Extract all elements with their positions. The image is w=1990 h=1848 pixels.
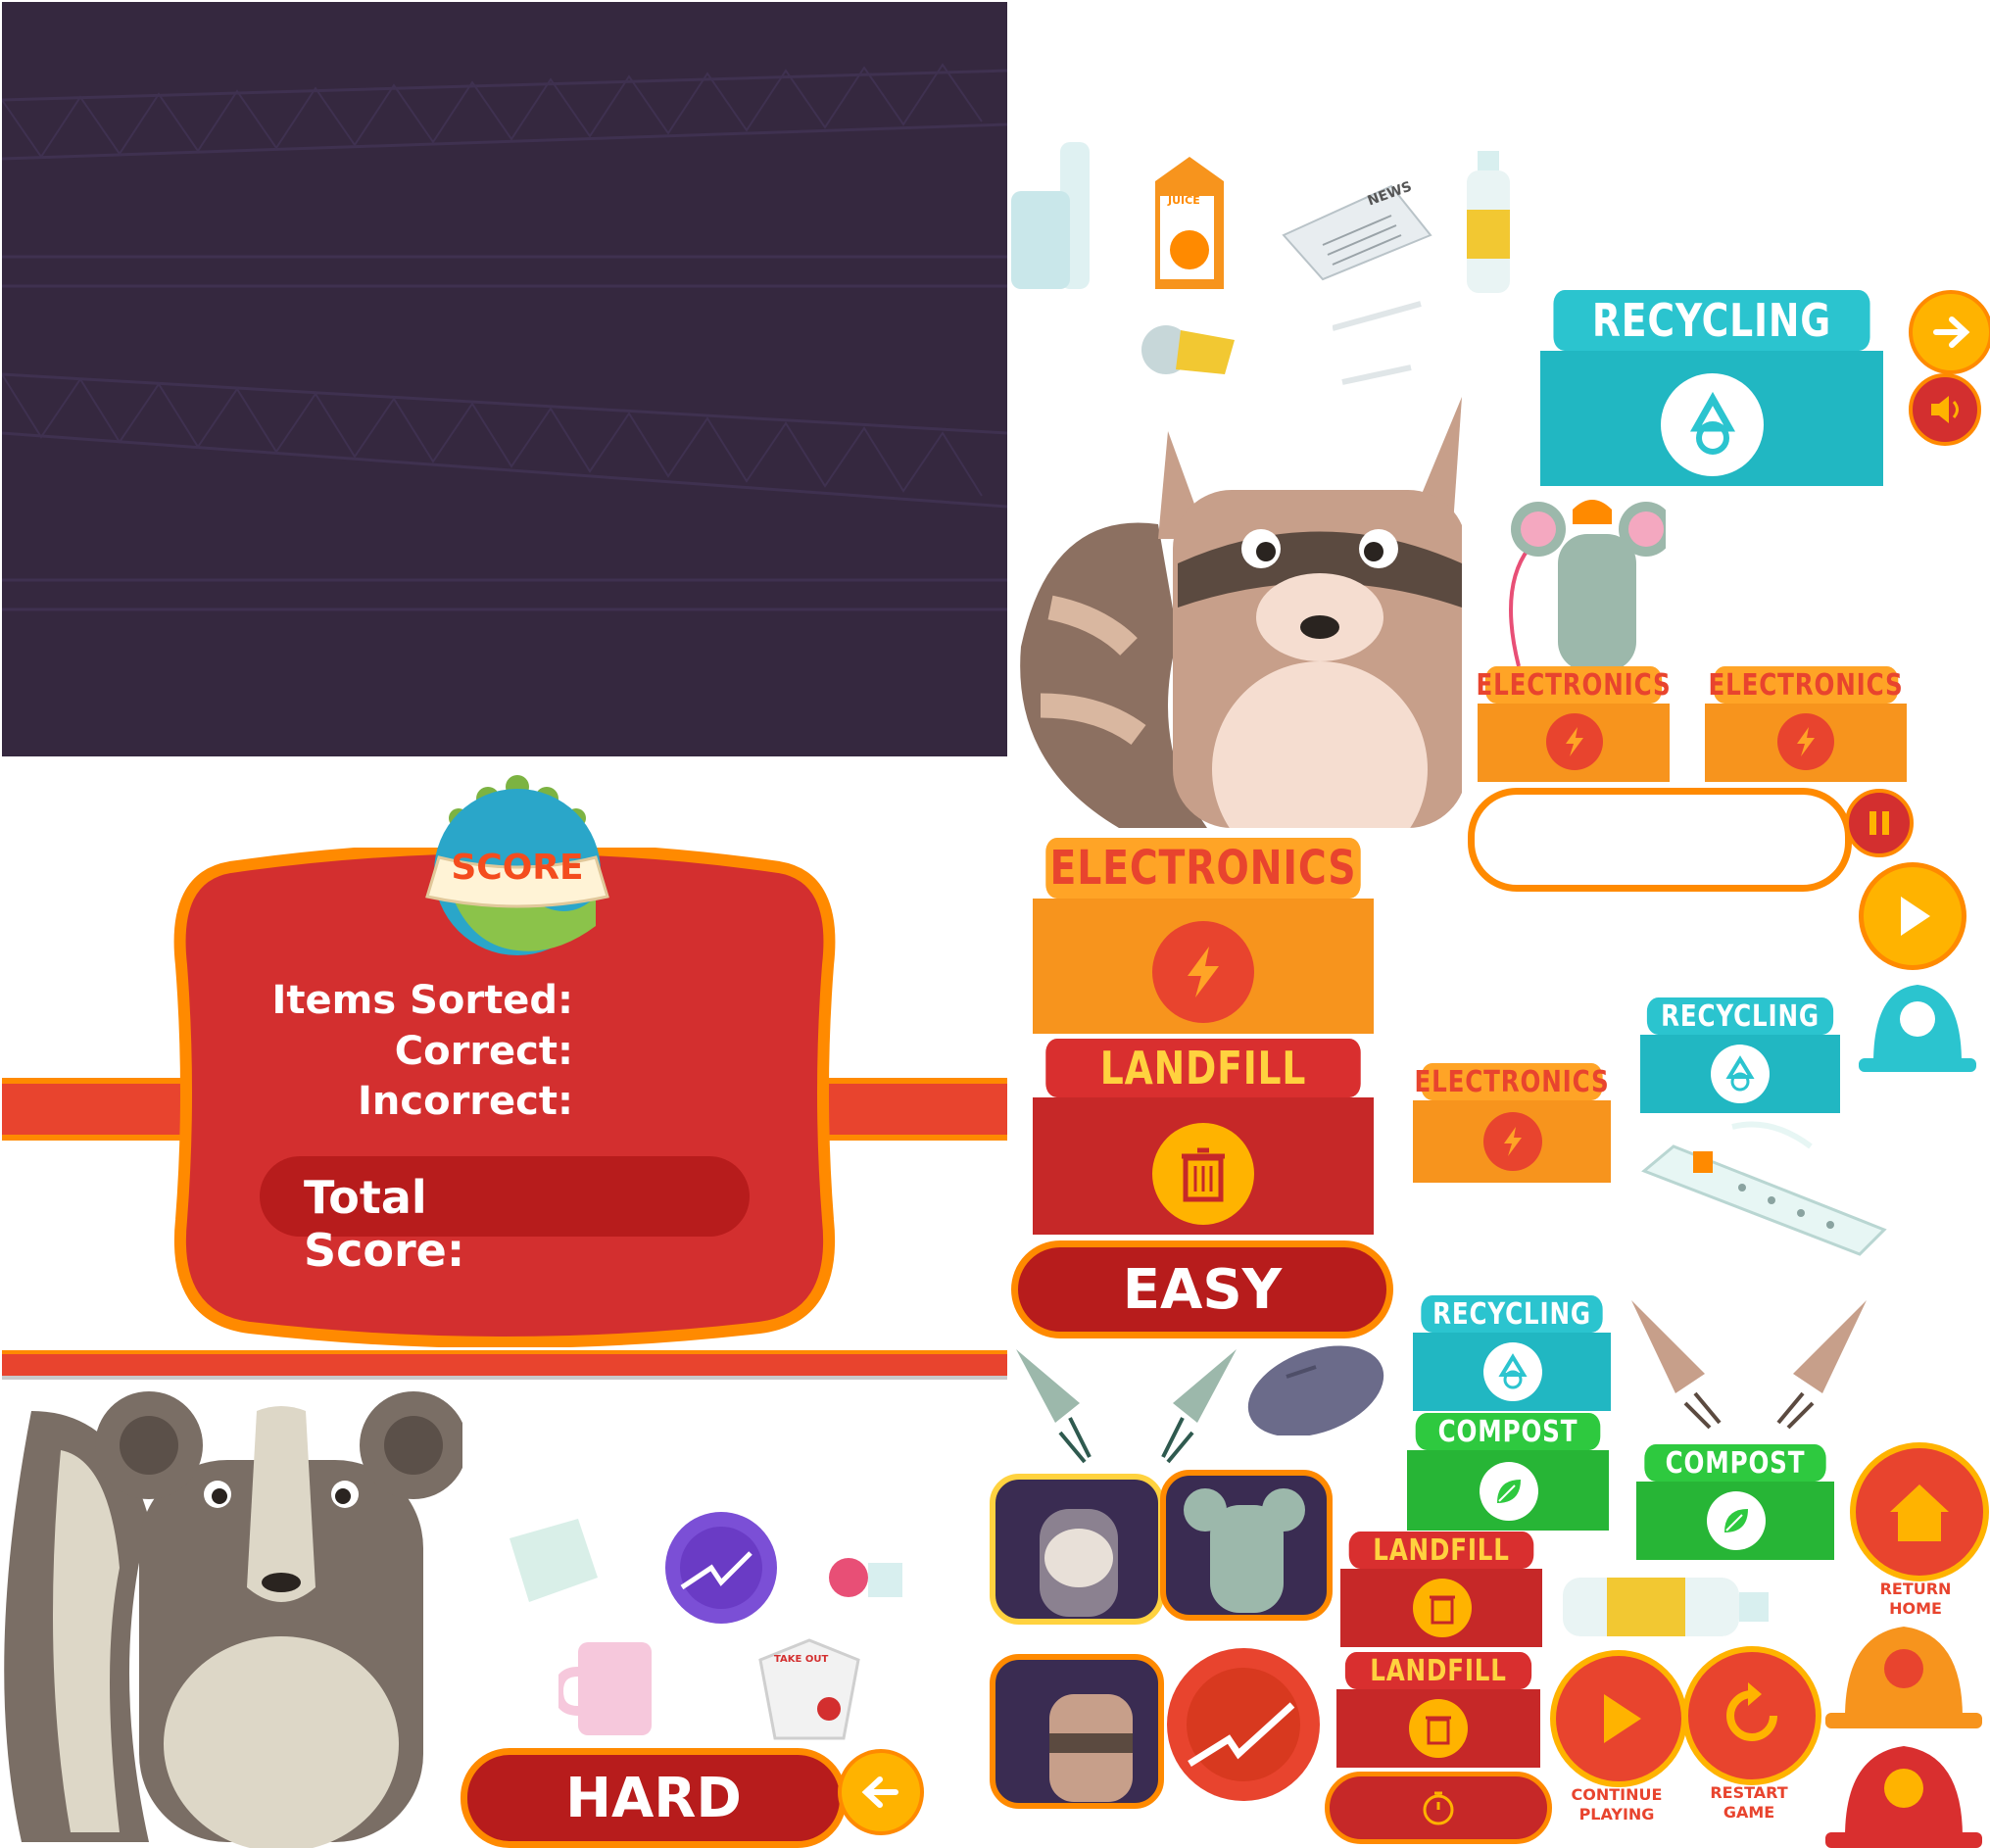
lightning-icon [1504,1127,1522,1156]
recycle-icon [1689,391,1735,455]
play-icon [1901,897,1930,936]
electronics-bin-label: ELECTRONICS [1049,841,1357,896]
juice-label: JUICE [1168,194,1200,207]
recycling-bin-small[interactable]: RECYCLING [1401,1295,1623,1411]
power-strip-item [1641,1121,1887,1256]
lightning-icon [1797,727,1815,756]
recycling-hard-hat [1859,985,1976,1072]
broken-plate-orange-item [1167,1648,1320,1801]
compost-bin-label: COMPOST [1665,1445,1806,1481]
trash-icon [1182,1147,1225,1202]
landfill-bin-large[interactable]: LANDFILL [1011,1039,1395,1235]
continue-playing-button[interactable] [1550,1650,1687,1787]
pause-icon [1869,811,1889,835]
landfill-bin-label: LANDFILL [1099,1042,1307,1094]
recycling-bin-medium[interactable]: RECYCLING [1626,997,1854,1113]
recycling-bin-large[interactable]: RECYCLING [1519,290,1905,486]
restart-game-caption: RESTART GAME [1710,1783,1788,1822]
stopwatch-icon [1423,1791,1454,1825]
play-button[interactable] [1859,862,1966,970]
broken-plate-purple-item [665,1512,777,1624]
electronics-bin-medium[interactable]: ELECTRONICS [1401,1063,1623,1183]
hard-button[interactable]: HARD [461,1748,847,1848]
possum-face [1040,1509,1118,1617]
landfill-bin-label: LANDFILL [1373,1532,1510,1568]
plastic-bottle-item [1467,151,1510,293]
bottle-cap-item [829,1558,902,1597]
mouse-face [1184,1488,1305,1613]
lightning-icon [1566,727,1583,756]
trash-icon [1426,1716,1451,1745]
speaker-icon [1931,396,1959,423]
score-badge: SCORE [380,759,655,955]
score-badge-label: SCORE [451,848,584,888]
crushed-can-item [1141,325,1235,374]
lightning-icon [1188,947,1219,997]
electronics-hard-hat [1825,1627,1982,1728]
correct-label: Correct: [394,1029,573,1074]
electronics-bin-label: ELECTRONICS [1476,667,1672,703]
recycling-bin-label: RECYCLING [1661,998,1820,1034]
electronics-bin-small-1[interactable]: ELECTRONICS [1466,666,1681,782]
pause-button[interactable] [1845,789,1914,857]
total-score-label: Total Score: [304,1171,465,1277]
landfill-bin-label: LANDFILL [1370,1653,1507,1688]
truss-pattern [2,63,1007,611]
timer-bar [1325,1772,1552,1844]
recycle-icon [1498,1353,1528,1389]
leaf-icon [1497,1480,1521,1503]
return-home-caption: RETURN HOME [1879,1580,1952,1618]
green-ears-decor [1016,1349,1237,1464]
juice-carton-item [1155,157,1224,289]
arrow-right-icon [1933,316,1970,348]
compost-bin-2[interactable]: COMPOST [1625,1444,1846,1560]
raccoon-face [1049,1694,1133,1802]
arrow-left-icon [861,1776,898,1808]
leaf-icon [1724,1509,1748,1532]
compost-bin-1[interactable]: COMPOST [1395,1413,1621,1531]
skunk-character [4,1391,462,1848]
home-icon [1890,1484,1949,1541]
broken-mug-item [558,1642,652,1735]
mouse-portrait[interactable] [1160,1470,1333,1621]
restart-game-button[interactable] [1682,1646,1821,1785]
incorrect-label: Incorrect: [358,1079,573,1124]
takeout-box-label: TAKE OUT [774,1654,829,1665]
raccoon-portrait[interactable] [990,1654,1164,1809]
takeout-box-item [758,1638,860,1740]
straws-item [1333,301,1422,385]
trash-icon [1430,1595,1455,1625]
electronics-bin-label: ELECTRONICS [1708,667,1904,703]
paper-item [510,1519,598,1602]
electronics-bin-large[interactable]: ELECTRONICS [1011,838,1395,1034]
possum-portrait[interactable] [990,1474,1164,1625]
empty-text-field[interactable] [1468,788,1852,892]
computer-mouse-item [1247,1345,1384,1435]
recycling-bin-label: RECYCLING [1432,1296,1591,1332]
landfill-hard-hat [1825,1746,1982,1848]
easy-button[interactable]: EASY [1011,1240,1393,1338]
back-button[interactable] [838,1749,924,1835]
compost-bin-label: COMPOST [1437,1414,1578,1449]
landfill-bin-small-2[interactable]: LANDFILL [1325,1652,1552,1768]
play-icon [1604,1694,1641,1743]
mouse-character [1509,500,1666,671]
items-sorted-label: Items Sorted: [271,978,573,1023]
recycling-bin-lid: RECYCLING [1553,290,1870,351]
raccoon-character [1020,397,1462,828]
recycling-bin-label: RECYCLING [1591,294,1832,347]
glass-jar-bottle-item [1011,142,1090,289]
continue-playing-caption: CONTINUE PLAYING [1571,1785,1663,1824]
landfill-bin-small-1[interactable]: LANDFILL [1329,1532,1554,1647]
return-home-button[interactable] [1850,1442,1989,1581]
electronics-bin-label: ELECTRONICS [1414,1064,1610,1099]
dark-background-panel [2,2,1007,756]
sound-button[interactable] [1909,373,1981,446]
next-button[interactable] [1909,290,1990,374]
electronics-bin-small-2[interactable]: ELECTRONICS [1693,666,1918,782]
brown-ears-decor [1631,1300,1867,1430]
recycle-icon [1725,1055,1755,1092]
plastic-bottle-lying-item [1563,1578,1769,1636]
restart-icon [1726,1682,1777,1741]
